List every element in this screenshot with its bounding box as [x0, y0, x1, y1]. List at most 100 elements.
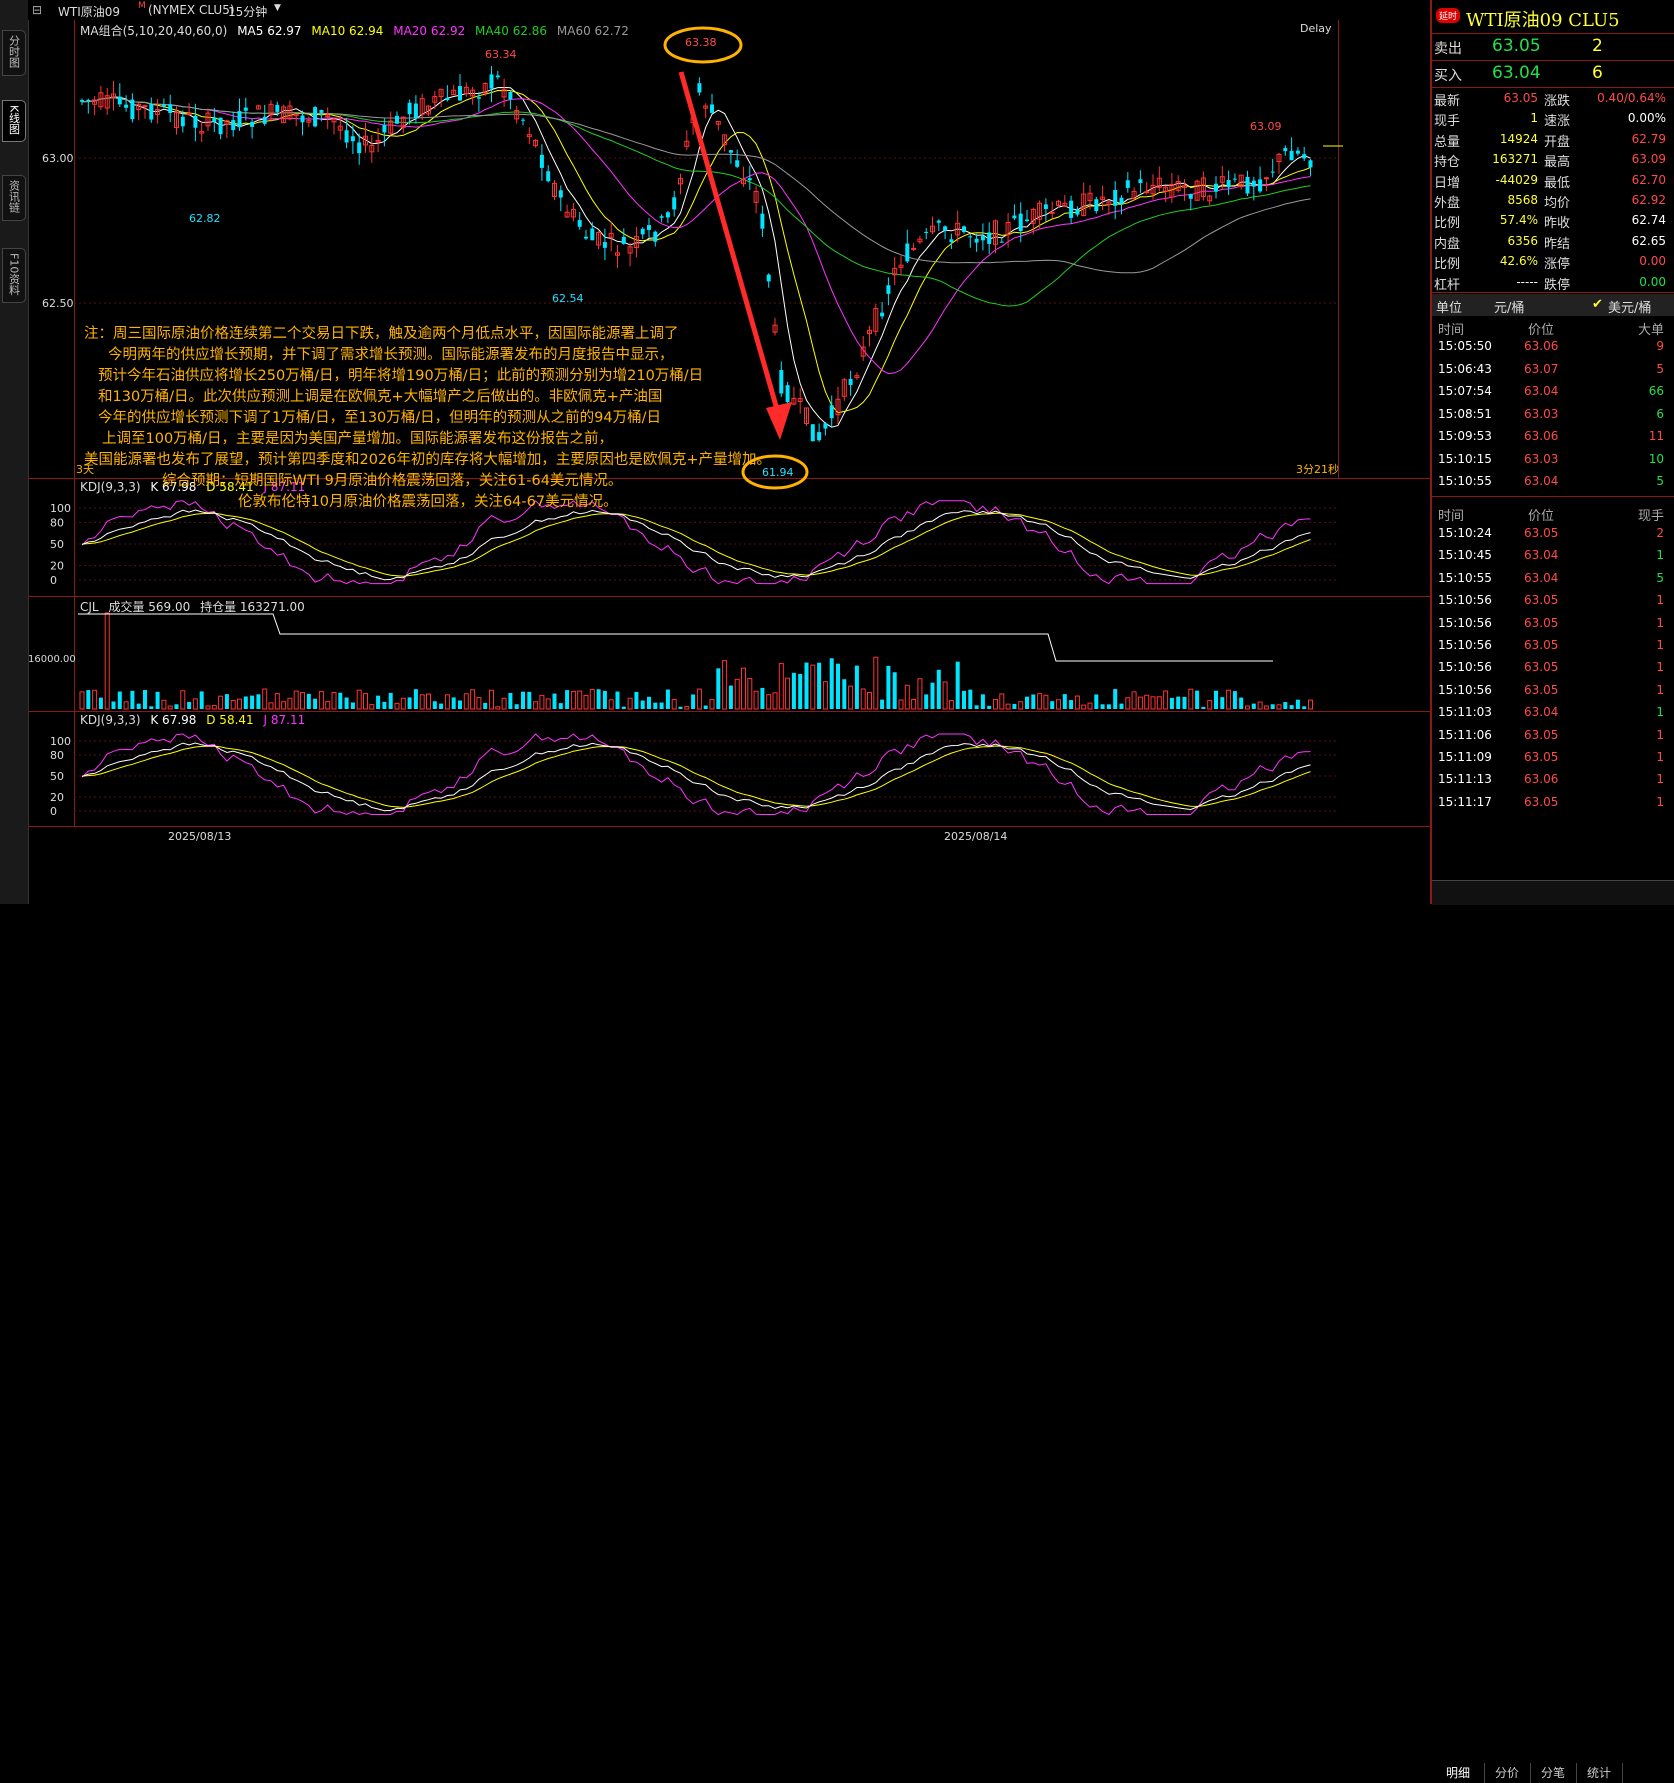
volume-bar — [123, 701, 129, 710]
stat-label: 开盘 — [1544, 134, 1571, 150]
candle — [627, 242, 633, 267]
volume-bar — [1220, 697, 1225, 709]
trade-price: 63.05 — [1524, 638, 1559, 652]
list-item[interactable]: 15:11:06 63.05 1 — [1432, 728, 1674, 746]
trade-time: 15:11:13 — [1438, 772, 1492, 787]
kdj-axis-tick: 0 — [50, 805, 57, 818]
tab-f10[interactable]: F10资料 — [2, 248, 26, 304]
volume-bar — [306, 693, 311, 709]
stat-row: 现手 1 速涨 0.00% — [1432, 108, 1674, 130]
tab-detail[interactable]: 明细 — [1432, 1763, 1485, 1783]
candle — [570, 202, 576, 222]
candle — [1025, 210, 1029, 223]
volume-bar — [880, 699, 885, 709]
tab-news[interactable]: 资讯链 — [2, 175, 26, 221]
list-item[interactable]: 15:10:15 63.03 10 — [1432, 452, 1674, 470]
list-item[interactable]: 15:06:43 63.07 5 — [1432, 362, 1674, 380]
candle — [1156, 166, 1162, 192]
list-item[interactable]: 15:08:51 63.03 6 — [1432, 407, 1674, 425]
unit-option-cny[interactable]: 元/桶 — [1494, 297, 1524, 316]
candle — [218, 117, 223, 140]
volume-bar — [886, 665, 891, 709]
list-item[interactable]: 15:10:56 63.05 1 — [1432, 616, 1674, 634]
candle — [684, 130, 690, 150]
tab-stats[interactable]: 统计 — [1576, 1763, 1623, 1783]
volume-bar — [596, 689, 601, 709]
volume-bar — [250, 695, 255, 709]
trade-price: 63.04 — [1524, 705, 1559, 720]
stat-value: 62.74 — [1631, 213, 1666, 228]
list-item[interactable]: 15:10:55 63.04 5 — [1432, 571, 1674, 589]
trade-qty: 11 — [1648, 429, 1664, 443]
list-item[interactable]: 15:09:53 63.06 11 — [1432, 429, 1674, 447]
header-qty: 大单 — [1637, 323, 1664, 338]
volume-bar — [671, 698, 677, 710]
volume-bar — [873, 656, 879, 710]
stat-value: 62.92 — [1631, 193, 1666, 207]
note-line: 美国能源署也发布了展望，预计第四季度和2026年初的库存将大幅增加，主要原因也是… — [84, 452, 772, 468]
volume-bar — [1276, 704, 1282, 710]
tab-intraday[interactable]: 分时图 — [2, 30, 26, 76]
tab-price-split[interactable]: 分价 — [1484, 1763, 1531, 1783]
volume-bar — [1025, 696, 1029, 709]
volume-bar — [860, 688, 866, 710]
volume-bar — [426, 693, 431, 710]
volume-bar — [999, 693, 1005, 710]
tab-tick[interactable]: 分笔 — [1530, 1763, 1577, 1783]
stat-label: 比例 — [1434, 257, 1461, 273]
volume-bar — [521, 691, 525, 709]
stat-label: 最高 — [1544, 155, 1571, 171]
price-tick-63: 63.00 — [42, 152, 74, 165]
volume-bar — [942, 681, 948, 710]
candle — [993, 219, 998, 254]
candle — [489, 66, 494, 103]
volume-bar — [974, 705, 979, 709]
kdj2-legend[interactable]: KDJ(9,3,3) K 67.98 D 58.41 J 87.11 — [80, 713, 305, 727]
unit-option-usd[interactable]: 美元/桶 — [1608, 297, 1651, 316]
check-icon: ✔ — [1592, 297, 1603, 312]
volume-bar — [778, 663, 784, 710]
volume-bar — [709, 699, 715, 710]
volume-bar — [394, 702, 400, 710]
candle — [395, 111, 399, 124]
list-item[interactable]: 15:10:24 63.05 2 — [1432, 526, 1674, 544]
high-label-1: 63.34 — [485, 48, 517, 61]
candle — [432, 90, 438, 110]
tab-kline[interactable]: K线图 — [2, 100, 26, 143]
list-item[interactable]: 15:10:55 63.04 5 — [1432, 474, 1674, 492]
candle — [873, 304, 879, 336]
list-item[interactable]: 15:10:56 63.05 1 — [1432, 683, 1674, 701]
candle — [747, 165, 752, 190]
volume-bar — [1043, 694, 1049, 710]
stat-label: 速涨 — [1544, 114, 1571, 130]
trade-time: 15:06:43 — [1438, 361, 1492, 376]
list-item[interactable]: 15:05:50 63.06 9 — [1432, 339, 1674, 357]
list-item[interactable]: 15:10:45 63.04 1 — [1432, 548, 1674, 566]
volume-legend[interactable]: CJL 成交量 569.00 持仓量 163271.00 — [80, 598, 305, 615]
stat-value: 57.4% — [1499, 213, 1538, 228]
volume-bar — [615, 691, 620, 709]
volume-bar — [224, 694, 229, 709]
list-item[interactable]: 15:11:13 63.06 1 — [1432, 772, 1674, 790]
candle — [86, 98, 91, 114]
volume-bar — [785, 677, 791, 710]
candle — [237, 98, 242, 131]
list-item[interactable]: 15:10:56 63.05 1 — [1432, 593, 1674, 611]
list-item[interactable]: 15:11:03 63.04 1 — [1432, 705, 1674, 723]
candle — [880, 301, 885, 320]
volume-bar — [684, 705, 690, 710]
list-item[interactable]: 15:11:09 63.05 1 — [1432, 750, 1674, 768]
volume-bar — [1289, 705, 1294, 709]
volume-bar — [489, 689, 494, 710]
candle — [1214, 176, 1218, 199]
list-item[interactable]: 15:07:54 63.04 66 — [1432, 384, 1674, 402]
list-item[interactable]: 15:10:56 63.05 1 — [1432, 638, 1674, 656]
list-item[interactable]: 15:10:56 63.05 1 — [1432, 660, 1674, 678]
volume-bar — [136, 703, 141, 709]
candle — [293, 113, 299, 127]
list-item[interactable]: 15:11:17 63.05 1 — [1432, 795, 1674, 813]
volume-bar — [1106, 704, 1111, 709]
candle — [92, 95, 98, 116]
candle — [363, 122, 368, 153]
volume-bar — [1119, 703, 1124, 709]
